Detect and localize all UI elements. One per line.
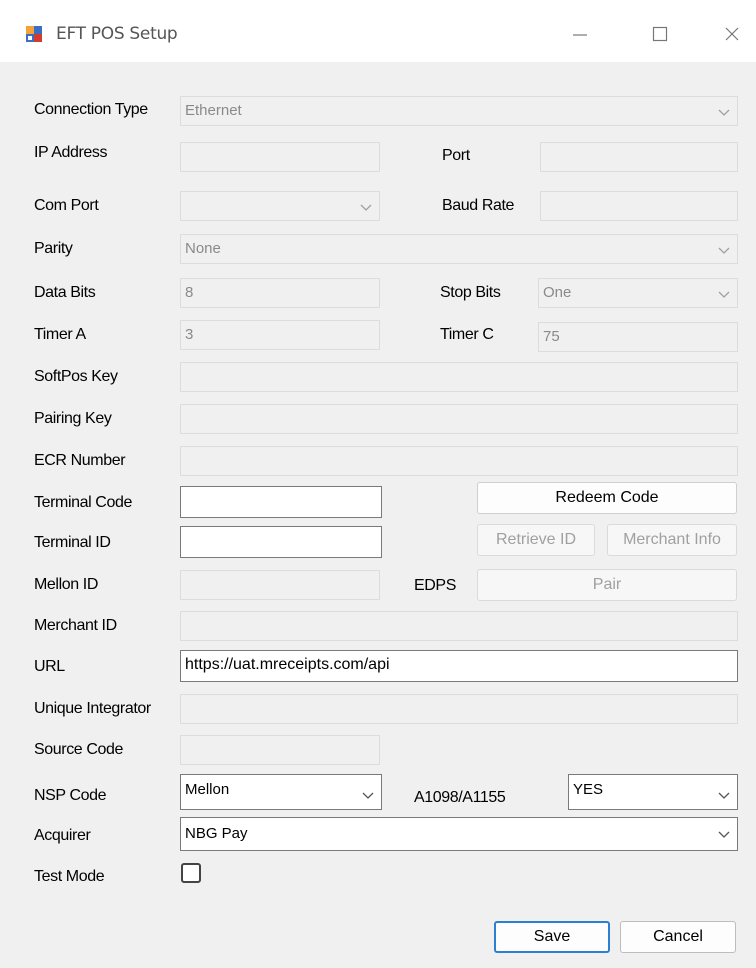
url-field[interactable]: https://uat.mreceipts.com/api [180,650,738,682]
com-port-select[interactable] [180,191,380,221]
acquirer-label: Acquirer [34,827,91,844]
connection-type-label: Connection Type [34,101,148,118]
unique-integrator-field[interactable] [180,694,738,724]
unique-integrator-label: Unique Integrator [34,700,151,717]
data-bits-label: Data Bits [34,284,96,301]
timer-c-label: Timer C [440,326,494,343]
softpos-key-field[interactable] [180,362,738,392]
stop-bits-label: Stop Bits [440,284,501,301]
retrieve-id-button[interactable]: Retrieve ID [477,524,595,556]
url-label: URL [34,658,65,675]
stop-bits-select[interactable]: One [538,278,738,308]
ecr-number-label: ECR Number [34,452,126,469]
parity-value: None [185,240,221,257]
acquirer-select[interactable]: NBG Pay [180,817,738,851]
nsp-code-label: NSP Code [34,787,107,804]
parity-select[interactable]: None [180,234,738,264]
port-label: Port [442,147,470,164]
softpos-key-label: SoftPos Key [34,368,118,385]
timer-a-label: Timer A [34,326,86,343]
title-bar: EFT POS Setup [0,0,756,62]
merchant-id-label: Merchant ID [34,617,117,634]
close-button[interactable] [712,18,752,50]
chevron-down-icon [718,247,730,254]
maximize-button[interactable] [640,18,680,50]
port-field[interactable] [540,142,738,172]
terminal-code-field[interactable] [180,486,382,518]
source-code-label: Source Code [34,741,123,758]
connection-type-select[interactable]: Ethernet [180,96,738,126]
com-port-label: Com Port [34,197,99,214]
close-icon [725,27,739,41]
ip-address-label: IP Address [34,144,108,161]
timer-c-field[interactable]: 75 [538,322,738,352]
baud-rate-field[interactable] [540,191,738,221]
terminal-id-label: Terminal ID [34,534,111,551]
chevron-down-icon [718,792,730,799]
redeem-code-button[interactable]: Redeem Code [477,482,737,514]
pairing-key-label: Pairing Key [34,410,112,427]
chevron-down-icon [362,792,374,799]
save-button[interactable]: Save [494,921,610,953]
cancel-button[interactable]: Cancel [620,921,736,953]
a1098-value: YES [573,781,604,798]
minimize-button[interactable] [560,18,600,50]
a1098-label: A1098/A1155 [414,789,506,806]
test-mode-checkbox[interactable] [181,863,201,883]
test-mode-label: Test Mode [34,868,105,885]
minimize-icon [573,34,587,36]
baud-rate-label: Baud Rate [442,197,515,214]
connection-type-value: Ethernet [185,102,242,119]
stop-bits-value: One [543,284,572,301]
edps-label: EDPS [414,577,456,594]
mellon-id-field[interactable] [180,570,380,600]
timer-a-field[interactable]: 3 [180,320,380,350]
ip-address-field[interactable] [180,142,380,172]
nsp-code-select[interactable]: Mellon [180,774,382,810]
app-icon [26,26,42,42]
pairing-key-field[interactable] [180,404,738,434]
nsp-code-value: Mellon [185,781,230,798]
window-title: EFT POS Setup [56,24,178,44]
acquirer-value: NBG Pay [185,825,248,842]
eft-pos-setup-window: EFT POS Setup Connection Type Ethernet I… [0,0,756,968]
chevron-down-icon [360,204,372,211]
chevron-down-icon [718,831,730,838]
data-bits-field[interactable]: 8 [180,278,380,308]
source-code-field[interactable] [180,735,380,765]
terminal-code-label: Terminal Code [34,494,132,511]
ecr-number-field[interactable] [180,446,738,476]
chevron-down-icon [718,291,730,298]
mellon-id-label: Mellon ID [34,576,98,593]
maximize-icon [652,26,668,42]
terminal-id-field[interactable] [180,526,382,558]
a1098-select[interactable]: YES [568,774,738,810]
parity-label: Parity [34,240,73,257]
chevron-down-icon [718,109,730,116]
pair-button[interactable]: Pair [477,569,737,601]
merchant-info-button[interactable]: Merchant Info [607,524,737,556]
merchant-id-field[interactable] [180,611,738,641]
